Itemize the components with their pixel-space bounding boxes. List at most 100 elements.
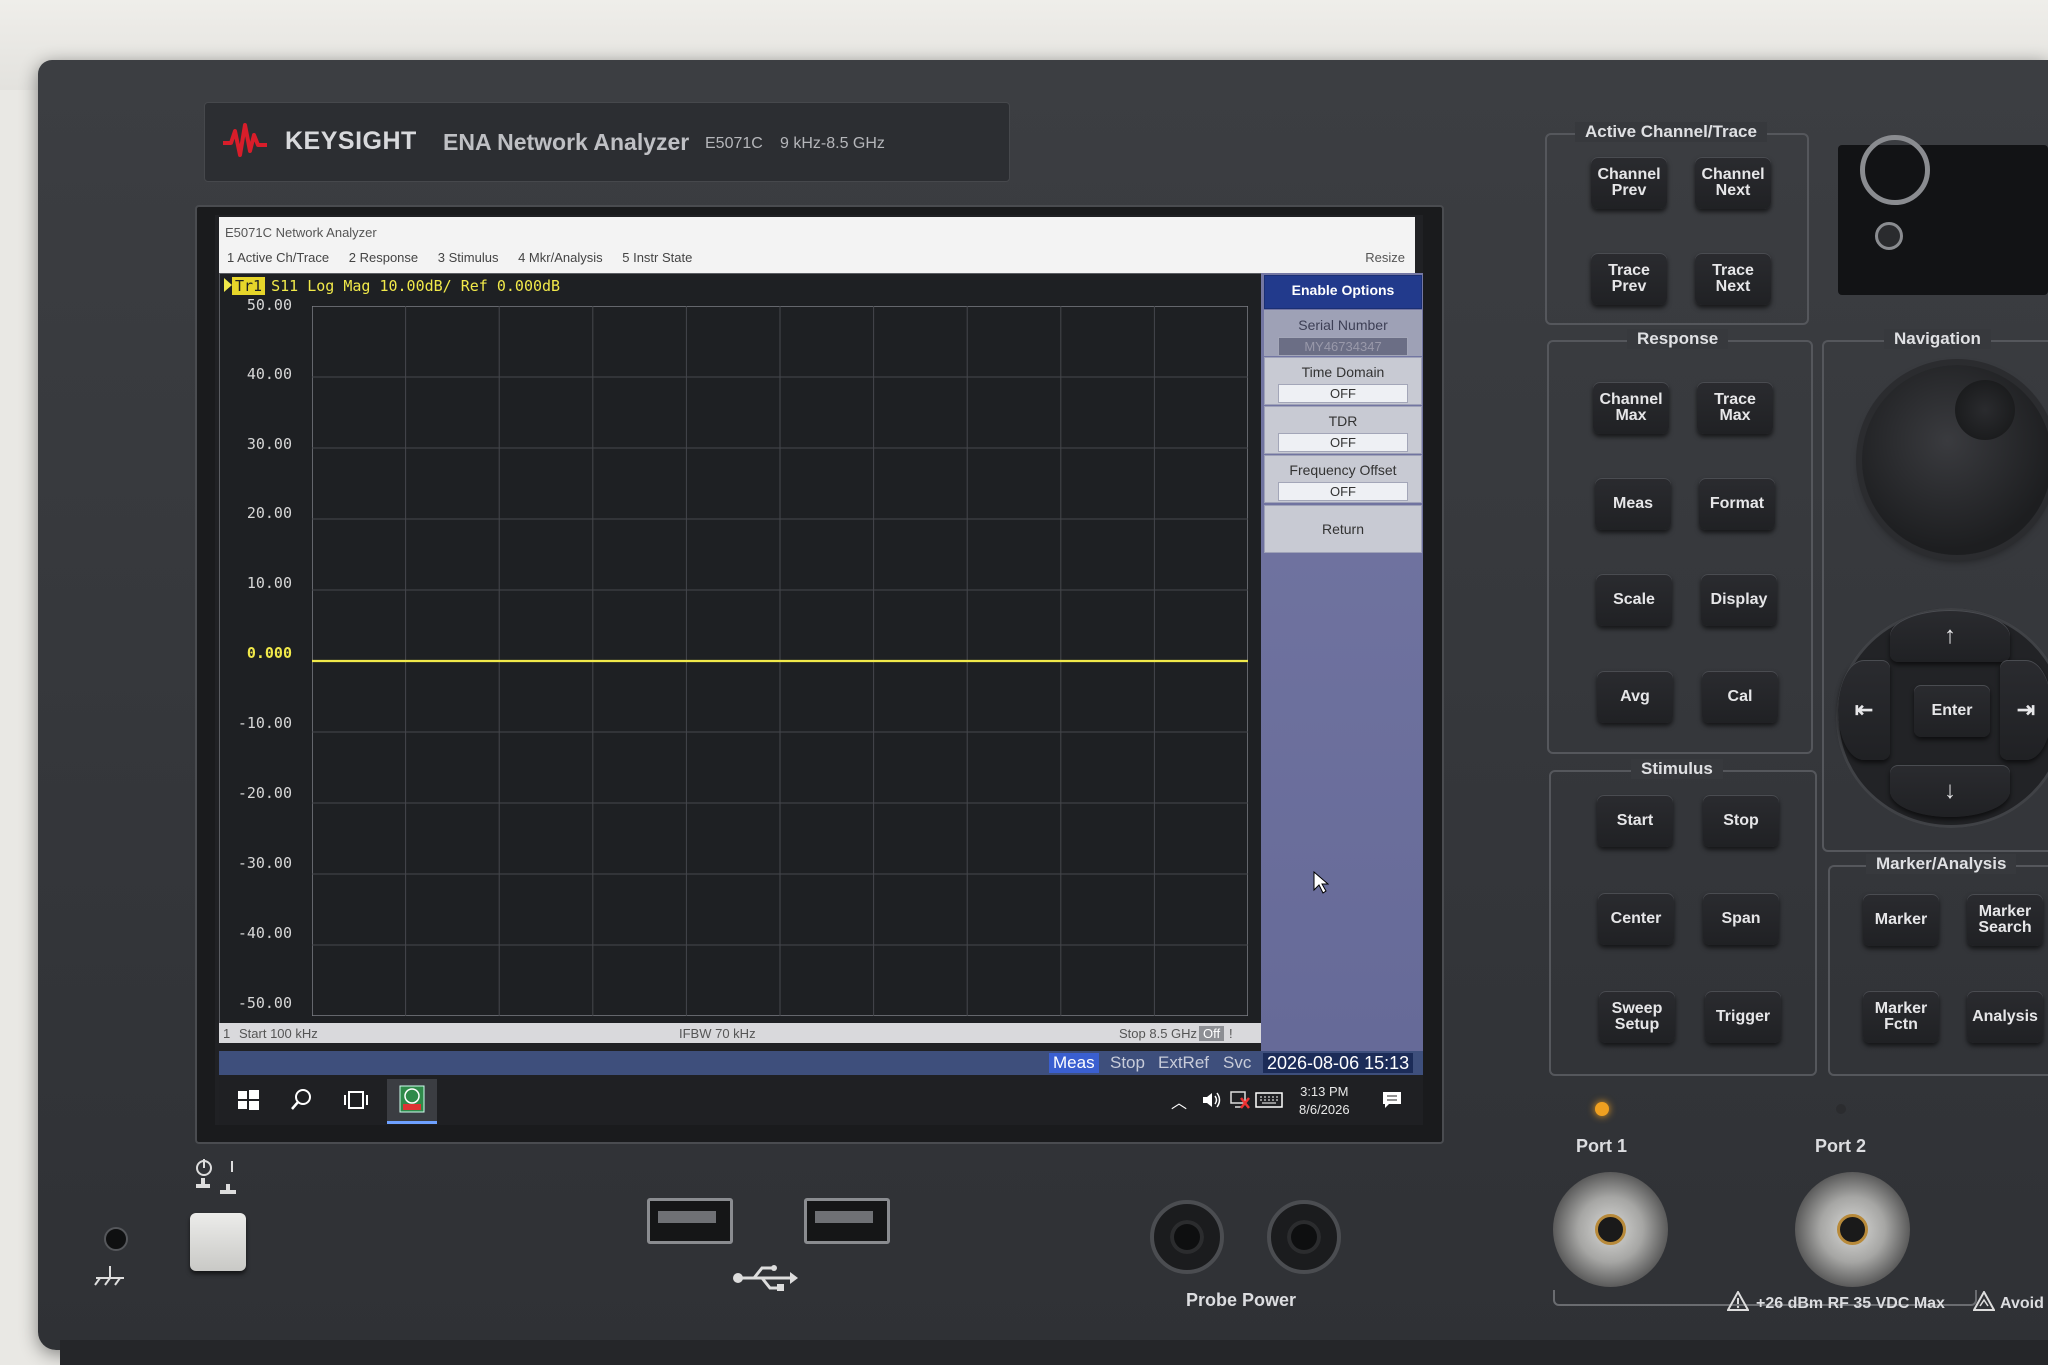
taskbar-clock[interactable]: 3:13 PM 8/6/2026 — [1299, 1083, 1350, 1119]
keysight-logo-icon — [223, 123, 267, 157]
avoid-static-label: Avoid — [2000, 1295, 2044, 1312]
meas-button[interactable]: Meas — [1595, 478, 1671, 530]
chassis-ground-icon — [94, 1266, 124, 1286]
port2-center-pin — [1837, 1214, 1868, 1245]
time-domain-softkey[interactable]: Time Domain OFF — [1264, 357, 1422, 405]
frequency-range: 9 kHz-8.5 GHz — [780, 135, 885, 152]
section-title: Navigation — [1884, 329, 1991, 349]
section-title: Active Channel/Trace — [1575, 122, 1767, 142]
marker-search-button[interactable]: Marker Search — [1967, 894, 2043, 946]
active-trace-marker-icon — [224, 278, 232, 292]
menu-response[interactable]: 2 Response — [349, 250, 418, 265]
y-tick-label: 30.00 — [246, 435, 292, 453]
frequency-offset-value: OFF — [1278, 482, 1408, 501]
cal-button[interactable]: Cal — [1702, 671, 1778, 723]
trace-next-button[interactable]: Trace Next — [1695, 253, 1771, 305]
softkey-panel: Enable Options Serial Number MY46734347 … — [1261, 273, 1423, 1051]
frequency-offset-softkey[interactable]: Frequency Offset OFF — [1264, 455, 1422, 503]
arrow-right-icon[interactable]: ⇥ — [2000, 660, 2048, 760]
tdr-softkey[interactable]: TDR OFF — [1264, 406, 1422, 454]
stop-status: Stop — [1110, 1053, 1145, 1072]
trace-graticule[interactable] — [312, 306, 1248, 1016]
channel-next-button[interactable]: Channel Next — [1695, 157, 1771, 209]
format-button[interactable]: Format — [1699, 478, 1775, 530]
channel-max-button[interactable]: Channel Max — [1593, 382, 1669, 434]
start-button[interactable]: Start — [1597, 795, 1673, 847]
trigger-button[interactable]: Trigger — [1705, 991, 1781, 1043]
center-button[interactable]: Center — [1598, 893, 1674, 945]
y-tick-label: -20.00 — [237, 784, 292, 802]
y-tick-label: -40.00 — [237, 924, 292, 942]
model-name: ENA Network Analyzer — [443, 129, 690, 155]
knob-finger-dimple — [1955, 380, 2015, 440]
resize-button[interactable]: Resize — [1365, 250, 1405, 265]
drive-lock-icon[interactable] — [1875, 222, 1903, 250]
y-tick-label: -50.00 — [237, 994, 292, 1012]
windows-start-icon[interactable] — [235, 1087, 261, 1113]
start-frequency[interactable]: Start 100 kHz — [239, 1026, 318, 1041]
port2-connector[interactable] — [1795, 1172, 1910, 1287]
menu-active-ch-trace[interactable]: 1 Active Ch/Trace — [227, 250, 329, 265]
trace-header: Tr1 S11 Log Mag 10.00dB/ Ref 0.000dB — [232, 277, 560, 295]
instrument-status-bar: Meas Stop ExtRef Svc 2026-08-06 15:13 — [219, 1051, 1423, 1075]
task-view-icon[interactable] — [343, 1087, 369, 1113]
trace-prev-button[interactable]: Trace Prev — [1591, 253, 1667, 305]
avg-button[interactable]: Avg — [1597, 671, 1673, 723]
sweep-setup-button[interactable]: Sweep Setup — [1599, 991, 1675, 1043]
ground-terminal[interactable] — [104, 1227, 128, 1251]
notifications-icon[interactable] — [1381, 1090, 1403, 1110]
enable-options-softkey[interactable]: Enable Options — [1264, 275, 1422, 309]
arrow-down-icon[interactable]: ↓ — [1890, 765, 2010, 817]
rotary-knob[interactable] — [1862, 365, 2048, 555]
return-softkey[interactable]: Return — [1264, 505, 1422, 553]
probe-power-label: Probe Power — [1186, 1290, 1297, 1310]
analyzer-screen: E5071C Network Analyzer 1 Active Ch/Trac… — [215, 215, 1423, 1125]
port1-connector[interactable] — [1553, 1172, 1668, 1287]
trace-max-button[interactable]: Trace Max — [1697, 382, 1773, 434]
probe-power-connector-1[interactable] — [1150, 1200, 1224, 1274]
channel-prev-button[interactable]: Channel Prev — [1591, 157, 1667, 209]
window-titlebar: E5071C Network Analyzer 1 Active Ch/Trac… — [219, 217, 1415, 273]
trace-badge[interactable]: Tr1 — [232, 277, 266, 295]
section-title: Stimulus — [1631, 759, 1723, 779]
menu-stimulus[interactable]: 3 Stimulus — [438, 250, 499, 265]
tdr-value: OFF — [1278, 433, 1408, 452]
windows-taskbar: ︿ 3:13 PM 8/6/2026 — [219, 1075, 1423, 1125]
warning-indicator: ! — [1229, 1026, 1233, 1041]
power-button[interactable] — [190, 1213, 246, 1271]
span-button[interactable]: Span — [1703, 893, 1779, 945]
scale-button[interactable]: Scale — [1596, 574, 1672, 626]
keyboard-icon[interactable] — [1255, 1092, 1283, 1108]
stop-frequency[interactable]: Stop 8.5 GHz — [1119, 1026, 1197, 1041]
part-number: E5071C — [705, 135, 763, 152]
search-icon[interactable] — [289, 1087, 315, 1113]
display-button[interactable]: Display — [1701, 574, 1777, 626]
stop-button[interactable]: Stop — [1703, 795, 1779, 847]
arrow-left-icon[interactable]: ⇤ — [1838, 660, 1890, 760]
trace-plot-area: Tr1 S11 Log Mag 10.00dB/ Ref 0.000dB 50.0… — [219, 273, 1263, 1030]
chevron-up-icon[interactable]: ︿ — [1171, 1089, 1187, 1113]
speaker-icon[interactable] — [1201, 1090, 1223, 1110]
warning-triangle-icon — [1727, 1291, 1749, 1311]
extref-status: ExtRef — [1158, 1053, 1210, 1072]
analysis-button[interactable]: Analysis — [1967, 991, 2043, 1043]
menu-instr-state[interactable]: 5 Instr State — [622, 250, 692, 265]
usb-port-2[interactable] — [804, 1198, 890, 1244]
instrument-base — [60, 1340, 2048, 1365]
arrow-up-icon[interactable]: ↑ — [1890, 610, 2010, 662]
clock-time: 3:13 PM — [1300, 1084, 1349, 1099]
marker-button[interactable]: Marker — [1863, 894, 1939, 946]
sweep-off-badge: Off — [1199, 1026, 1225, 1041]
drive-latch-ring[interactable] — [1860, 135, 1930, 205]
network-disconnected-icon[interactable] — [1229, 1090, 1251, 1110]
marker-fctn-button[interactable]: Marker Fctn — [1863, 991, 1939, 1043]
probe-power-connector-2[interactable] — [1267, 1200, 1341, 1274]
menu-mkr-analysis[interactable]: 4 Mkr/Analysis — [518, 250, 603, 265]
ifbw[interactable]: IFBW 70 kHz — [679, 1026, 756, 1041]
time-domain-value: OFF — [1278, 384, 1408, 403]
port1-led-icon — [1595, 1102, 1609, 1116]
enter-button[interactable]: Enter — [1914, 685, 1990, 737]
serial-number-softkey[interactable]: Serial Number MY46734347 — [1264, 310, 1422, 356]
network-analyzer-taskbar-app[interactable] — [387, 1079, 437, 1124]
usb-port-1[interactable] — [647, 1198, 733, 1244]
